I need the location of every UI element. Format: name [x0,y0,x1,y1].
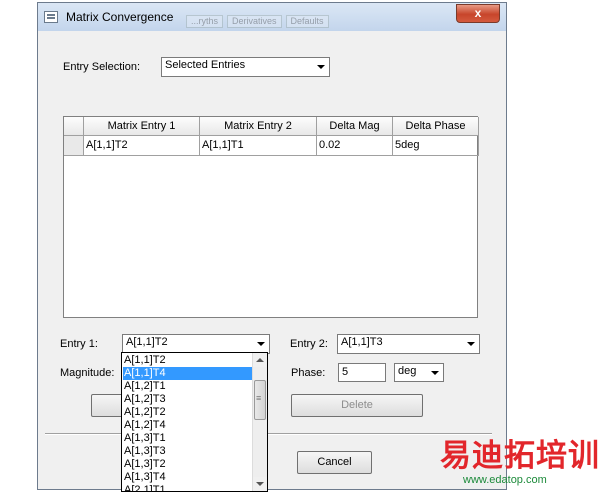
entry2-label: Entry 2: [290,338,328,350]
column-header[interactable]: Matrix Entry 2 [200,117,317,136]
scroll-up-icon[interactable] [253,353,267,367]
column-header[interactable]: Matrix Entry 1 [84,117,200,136]
row-header[interactable] [64,136,84,156]
close-icon: x [474,6,482,20]
list-item-selected[interactable]: A[1,1]T4 [123,367,255,380]
watermark-logo: 易迪拓培训 [440,438,600,473]
table-cell[interactable]: A[1,1]T1 [200,136,317,156]
list-item[interactable]: A[1,2]T1 [123,380,255,393]
phase-unit-dropdown[interactable]: deg [394,363,444,382]
list-item[interactable]: A[1,1]T2 [123,354,255,367]
close-button[interactable]: x [456,4,500,23]
entry-selection-label: Entry Selection: [63,61,141,73]
dropdown-scrollbar[interactable] [252,353,267,491]
background-tab: Derivatives [227,15,282,28]
background-tabs: ...ryths Derivatives Defaults [186,15,329,28]
list-item[interactable]: A[1,2]T2 [123,406,255,419]
magnitude-label: Magnitude: [60,367,115,379]
chevron-down-icon[interactable] [463,336,478,352]
phase-input[interactable]: 5 [338,363,386,382]
entry1-label: Entry 1: [60,338,98,350]
entry2-value: A[1,1]T3 [341,336,383,348]
list-item[interactable]: A[1,2]T3 [123,393,255,406]
delete-button[interactable]: Delete [291,394,423,417]
scroll-thumb[interactable] [254,380,266,420]
entry-selection-dropdown[interactable]: Selected Entries [161,57,330,77]
separator [45,433,492,435]
entry1-dropdown-list[interactable]: A[1,1]T2 A[1,1]T4 A[1,2]T1 A[1,2]T3 A[1,… [121,352,268,492]
phase-unit-value: deg [398,365,417,377]
entry2-dropdown[interactable]: A[1,1]T3 [337,334,480,354]
list-item[interactable]: A[1,3]T1 [123,432,255,445]
background-tab: ...ryths [186,15,224,28]
grid-corner [64,117,84,136]
column-header[interactable]: Delta Phase [393,117,479,136]
convergence-grid[interactable]: Matrix Entry 1 Matrix Entry 2 Delta Mag … [63,116,479,318]
column-header[interactable]: Delta Mag [317,117,393,136]
list-item[interactable]: A[1,3]T3 [123,445,255,458]
matrix-convergence-dialog: Matrix Convergence ...ryths Derivatives … [37,2,507,490]
entry-selection-value: Selected Entries [165,59,246,71]
window-title: Matrix Convergence [66,10,174,24]
entry1-dropdown[interactable]: A[1,1]T2 [122,334,270,354]
list-item[interactable]: A[1,3]T4 [123,471,255,484]
app-icon [44,11,58,23]
table-cell[interactable]: 5deg [393,136,479,156]
table-cell[interactable]: A[1,1]T2 [84,136,200,156]
table-cell[interactable]: 0.02 [317,136,393,156]
phase-label: Phase: [291,367,326,379]
chevron-down-icon[interactable] [313,59,328,75]
scroll-down-icon[interactable] [253,477,267,491]
entry1-value: A[1,1]T2 [126,336,168,348]
cancel-button[interactable]: Cancel [297,451,372,474]
list-item[interactable]: A[1,3]T2 [123,458,255,471]
chevron-down-icon[interactable] [427,365,442,380]
background-tab: Defaults [285,15,329,28]
title-bar[interactable]: Matrix Convergence ...ryths Derivatives … [38,3,506,31]
chevron-down-icon[interactable] [253,336,268,352]
watermark-url: www.edatop.com [463,474,547,486]
list-item[interactable]: A[1,2]T4 [123,419,255,432]
dialog-body: Entry Selection: Selected Entries Matrix… [45,31,499,483]
